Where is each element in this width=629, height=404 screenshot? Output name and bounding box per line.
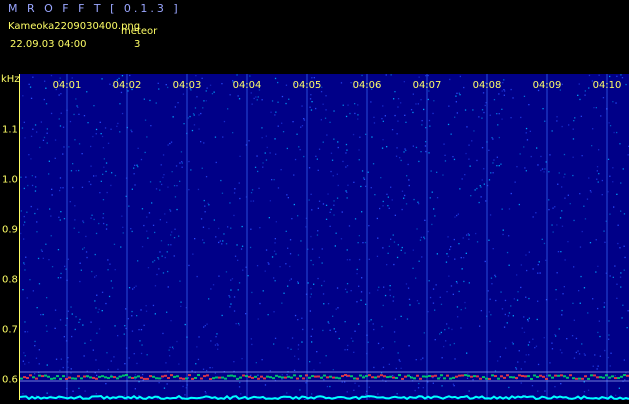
meteor-label: meteor [121,26,157,37]
time-tick-label: 04:10 [593,80,622,91]
time-tick-label: 04:01 [53,80,82,91]
datetime: 22.09.03 04:00 [10,39,87,50]
time-tick-label: 04:06 [353,80,382,91]
time-tick-label: 04:04 [233,80,262,91]
frequency-tick-label: 1.0 [2,175,18,186]
time-tick-label: 04:08 [473,80,502,91]
frequency-tick-label: 0.7 [2,325,18,336]
frequency-unit-label: kHz [1,74,20,85]
frequency-tick-label: 0.6 [2,375,18,386]
frequency-tick-label: 0.9 [2,225,18,236]
spectrogram [20,74,629,400]
frequency-tick-label: 0.8 [2,275,18,286]
time-tick-label: 04:07 [413,80,442,91]
meteor-count: 3 [134,39,140,50]
time-tick-label: 04:05 [293,80,322,91]
frequency-tick-label: 1.1 [2,125,18,136]
spectrogram-canvas [20,74,629,400]
time-tick-label: 04:02 [113,80,142,91]
time-tick-label: 04:03 [173,80,202,91]
time-tick-label: 04:09 [533,80,562,91]
frequency-axis-line [19,74,20,400]
app-title: M R O F F T [ 0.1.3 ] [8,2,181,15]
